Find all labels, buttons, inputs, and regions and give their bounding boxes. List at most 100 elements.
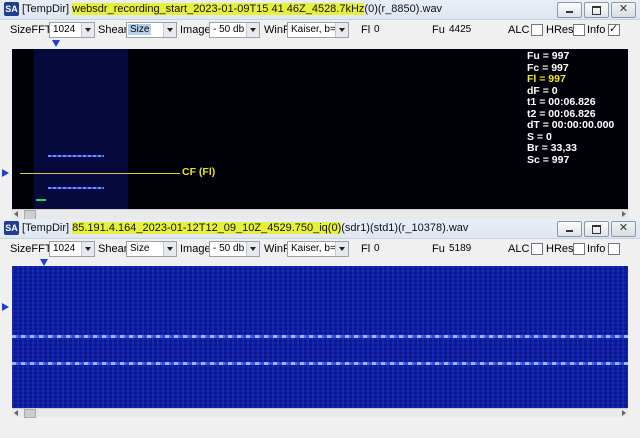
stat-sc: Sc = 997 xyxy=(527,153,570,166)
alc-label: ALC xyxy=(508,243,530,255)
sizefft-label: SizeFFT xyxy=(10,24,52,36)
title-prefix: [TempDir] xyxy=(22,3,73,15)
scroll-right-icon[interactable] xyxy=(622,211,626,217)
chevron-down-icon xyxy=(163,242,176,256)
chevron-down-icon xyxy=(335,242,348,256)
minimize-button[interactable] xyxy=(557,2,582,18)
shear-label: Shear xyxy=(98,24,128,36)
close-button[interactable]: ✕ xyxy=(611,2,636,18)
winf-value: Kaiser, b=8 xyxy=(291,24,342,35)
minimize-icon xyxy=(566,230,573,232)
alc-checkbox[interactable] xyxy=(531,24,543,36)
winf-select[interactable]: Kaiser, b=8 xyxy=(287,241,349,257)
chevron-down-icon xyxy=(81,23,94,37)
frequency-ruler[interactable] xyxy=(0,40,640,49)
title-prefix: [TempDir] xyxy=(22,222,73,234)
image-value: - 50 db xyxy=(213,24,245,35)
fu-value[interactable]: 5189 xyxy=(449,243,471,254)
center-frequency-line xyxy=(20,173,180,174)
title-filename-highlight: websdr_recording_start_2023-01-09T15 41 … xyxy=(72,3,365,15)
window-title: [TempDir] websdr_recording_start_2023-01… xyxy=(22,3,442,15)
title-suffix: (sdr1)(std1)(r_10378).wav xyxy=(341,222,469,234)
fu-label: Fu xyxy=(432,24,445,36)
center-frequency-label: CF (Fl) xyxy=(182,166,216,178)
shear-select[interactable]: Size xyxy=(126,241,177,257)
maximize-icon xyxy=(592,6,601,15)
minimize-button[interactable] xyxy=(557,221,582,237)
title-filename-highlight: 85.191.4.164_2023-01-12T12_09_10Z_4529.7… xyxy=(72,222,342,234)
sizefft-select[interactable]: 1024 xyxy=(49,241,95,257)
maximize-button[interactable] xyxy=(584,2,609,18)
stat-fl: Fl = 997 xyxy=(527,73,566,85)
info-readout: Fu = 997 Fc = 997 Fl = 997 dF = 0 t1 = 0… xyxy=(527,50,615,166)
winf-value: Kaiser, b=8 xyxy=(291,243,342,254)
signal-line-upper xyxy=(48,155,104,157)
stat-fu: Fu = 997 xyxy=(527,50,570,62)
info-checkbox[interactable] xyxy=(608,22,620,36)
toolbar: SizeFFT 1024 Shear Size Image - 50 db Wi… xyxy=(0,20,640,40)
shear-label: Shear xyxy=(98,243,128,255)
fu-label: Fu xyxy=(432,243,445,255)
shear-select[interactable]: Size xyxy=(126,22,177,38)
info-label: Info xyxy=(587,24,606,36)
minimize-icon xyxy=(566,11,573,13)
horizontal-scrollbar[interactable] xyxy=(12,209,628,220)
time-marker-icon[interactable] xyxy=(2,169,9,177)
sizefft-select[interactable]: 1024 xyxy=(49,22,95,38)
app-icon[interactable]: SA xyxy=(4,2,19,16)
image-value: - 50 db xyxy=(213,243,245,254)
toolbar: SizeFFT 1024 Shear Size Image - 50 db Wi… xyxy=(0,239,640,259)
hres-label: HRes xyxy=(546,24,574,36)
chevron-down-icon xyxy=(246,242,259,256)
signal-band xyxy=(34,49,128,209)
image-select[interactable]: - 50 db xyxy=(209,22,260,38)
sizefft-value: 1024 xyxy=(53,243,76,254)
stat-t1: t1 = 00:06.826 xyxy=(527,96,596,108)
maximize-button[interactable] xyxy=(584,221,609,237)
image-select[interactable]: - 50 db xyxy=(209,241,260,257)
chevron-down-icon xyxy=(163,23,176,37)
close-icon: ✕ xyxy=(618,222,629,234)
signal-line-upper xyxy=(12,335,628,338)
alc-label: ALC xyxy=(508,24,530,36)
frequency-marker-icon[interactable] xyxy=(52,40,60,47)
frequency-marker-icon[interactable] xyxy=(40,259,48,266)
spectrogram-canvas[interactable]: CF (Fl) Fu = 997 Fc = 997 Fl = 997 dF = … xyxy=(12,49,628,209)
scroll-left-icon[interactable] xyxy=(14,211,18,217)
horizontal-scrollbar[interactable] xyxy=(12,408,628,418)
signal-line-lower xyxy=(12,362,628,365)
title-bar[interactable]: SA [TempDir] websdr_recording_start_2023… xyxy=(0,0,640,20)
spectrogram-window-1: SA [TempDir] websdr_recording_start_2023… xyxy=(0,0,640,220)
scroll-left-icon[interactable] xyxy=(14,410,18,416)
title-bar[interactable]: SA [TempDir] 85.191.4.164_2023-01-12T12_… xyxy=(0,219,640,239)
winf-select[interactable]: Kaiser, b=8 xyxy=(287,22,349,38)
fu-value[interactable]: 4425 xyxy=(449,24,471,35)
chevron-down-icon xyxy=(246,23,259,37)
shear-value: Size xyxy=(130,243,150,254)
fl-value[interactable]: 0 xyxy=(374,243,380,254)
hres-label: HRes xyxy=(546,243,574,255)
image-label: Image xyxy=(180,243,211,255)
chevron-down-icon xyxy=(81,242,94,256)
winf-label: WinF xyxy=(264,24,290,36)
image-label: Image xyxy=(180,24,211,36)
scroll-right-icon[interactable] xyxy=(622,410,626,416)
scroll-thumb[interactable] xyxy=(24,409,36,418)
hres-checkbox[interactable] xyxy=(573,243,585,255)
fl-label: Fl xyxy=(361,24,371,36)
sizefft-value: 1024 xyxy=(53,24,76,35)
hres-checkbox[interactable] xyxy=(573,24,585,36)
spectrogram-canvas[interactable] xyxy=(12,266,628,408)
stat-dt: dT = 00:00:00.000 xyxy=(527,119,615,131)
alc-checkbox[interactable] xyxy=(531,243,543,255)
close-icon: ✕ xyxy=(618,3,629,15)
info-checkbox[interactable] xyxy=(608,243,620,255)
close-button[interactable]: ✕ xyxy=(611,221,636,237)
fl-value[interactable]: 0 xyxy=(374,24,380,35)
app-icon[interactable]: SA xyxy=(4,221,19,235)
cursor-mark xyxy=(36,199,46,201)
shear-value: Size xyxy=(128,24,152,35)
time-marker-icon[interactable] xyxy=(2,303,9,311)
window-title: [TempDir] 85.191.4.164_2023-01-12T12_09_… xyxy=(22,222,468,234)
spectrogram-window-2: SA [TempDir] 85.191.4.164_2023-01-12T12_… xyxy=(0,219,640,438)
